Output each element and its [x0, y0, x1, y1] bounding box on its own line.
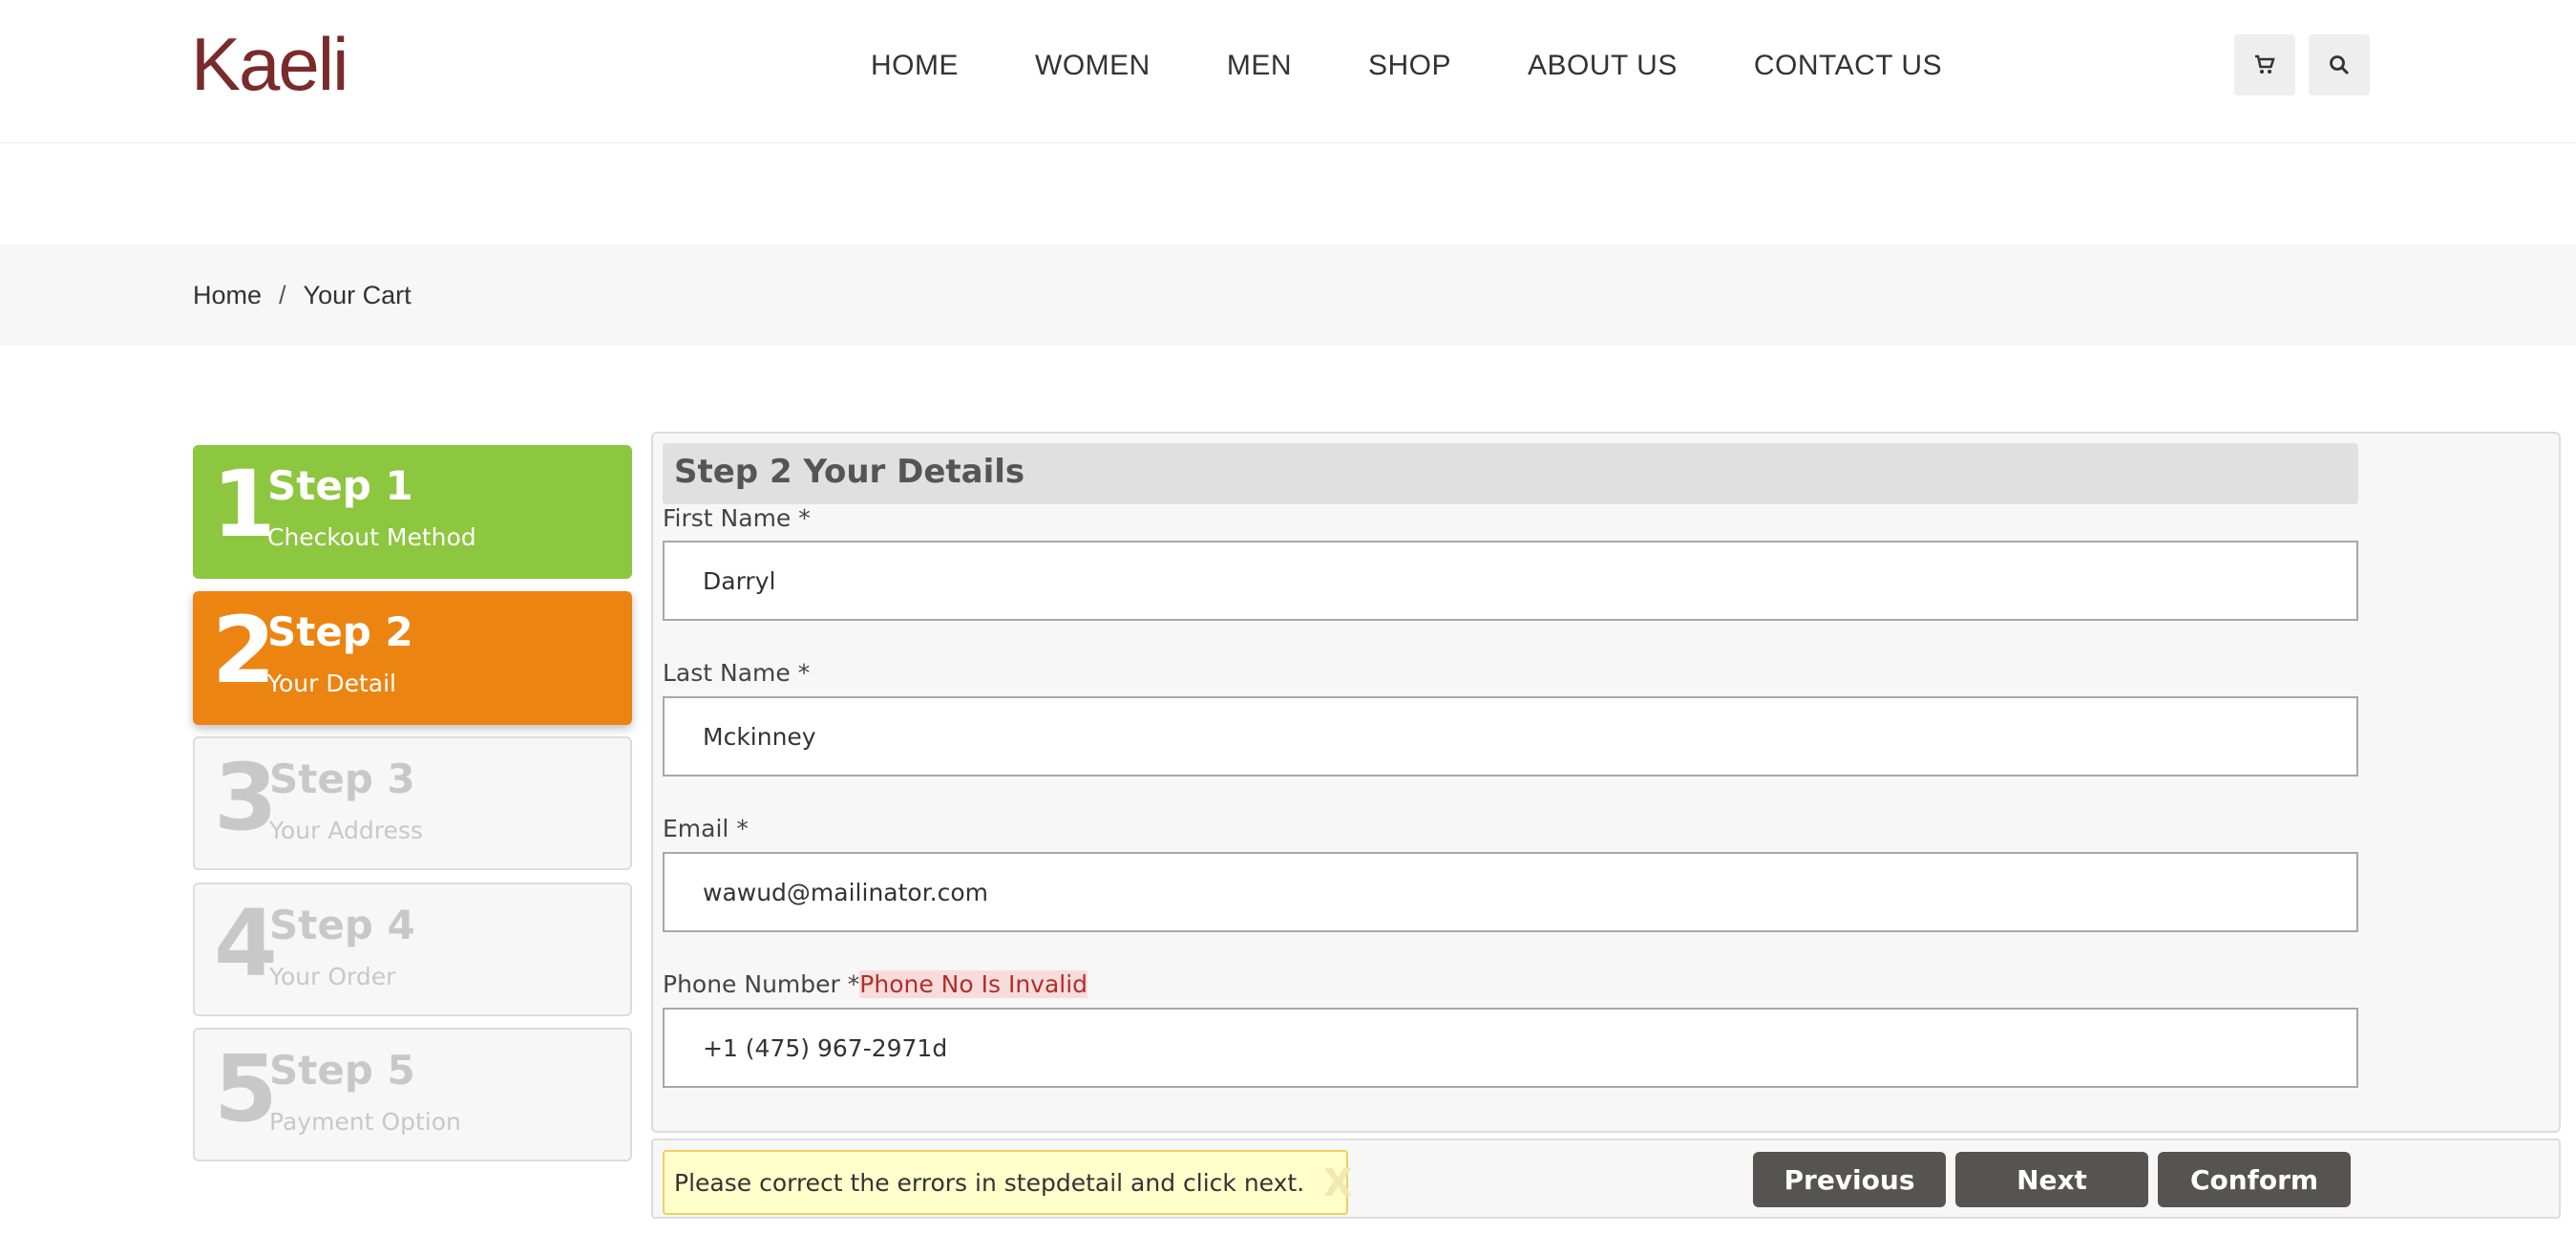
step-title: Step 2	[267, 608, 413, 655]
step-subtitle: Your Address	[269, 817, 423, 844]
nav-men[interactable]: MEN	[1227, 50, 1292, 82]
next-button[interactable]: Next	[1955, 1152, 2148, 1207]
step-number: 3	[214, 744, 278, 851]
nav-about-us[interactable]: ABOUT US	[1528, 50, 1678, 82]
step-number: 5	[214, 1035, 278, 1142]
last-name-label: Last Name *	[663, 659, 811, 687]
main-nav: HOME WOMEN MEN SHOP ABOUT US CONTACT US	[871, 50, 1942, 82]
phone-error-message: Phone No Is Invalid	[859, 970, 1088, 998]
step-number: 1	[212, 451, 276, 558]
last-name-field[interactable]	[663, 696, 2358, 777]
breadcrumb: Home / Your Cart	[193, 281, 412, 310]
step-1[interactable]: 1 Step 1 Checkout Method	[193, 445, 632, 579]
step-title: Step 4	[269, 902, 415, 948]
close-icon[interactable]: X	[1323, 1161, 1353, 1205]
phone-label: Phone Number *Phone No Is Invalid	[663, 970, 1088, 998]
error-alert: Please correct the errors in stepdetail …	[663, 1150, 1353, 1215]
step-title: Step 3	[269, 755, 415, 802]
step-number: 4	[214, 890, 278, 997]
step-5[interactable]: 5 Step 5 Payment Option	[193, 1028, 632, 1161]
breadcrumb-current: Your Cart	[303, 281, 412, 309]
breadcrumb-bar: Home / Your Cart	[0, 245, 2576, 346]
email-field[interactable]	[663, 852, 2358, 932]
breadcrumb-separator: /	[279, 281, 286, 309]
panel-header: Step 2 Your Details	[663, 443, 2358, 504]
nav-women[interactable]: WOMEN	[1035, 50, 1151, 82]
phone-field[interactable]	[663, 1008, 2358, 1088]
step-subtitle: Your Detail	[267, 670, 396, 697]
search-icon	[2330, 55, 2350, 75]
error-alert-message: Please correct the errors in stepdetail …	[674, 1169, 1305, 1197]
step-2[interactable]: 2 Step 2 Your Detail	[193, 591, 632, 725]
form-actions-bar: Please correct the errors in stepdetail …	[651, 1138, 2561, 1219]
email-label: Email *	[663, 815, 749, 842]
step-3[interactable]: 3 Step 3 Your Address	[193, 736, 632, 870]
nav-home[interactable]: HOME	[871, 50, 959, 82]
cart-button[interactable]	[2234, 34, 2295, 96]
nav-contact-us[interactable]: CONTACT US	[1754, 50, 1942, 82]
cart-icon	[2255, 54, 2275, 74]
first-name-label: First Name *	[663, 504, 811, 532]
details-form-panel: Step 2 Your Details First Name * Last Na…	[651, 432, 2561, 1133]
site-header: Kaeli HOME WOMEN MEN SHOP ABOUT US CONTA…	[0, 0, 2576, 143]
step-number: 2	[212, 597, 276, 704]
step-subtitle: Your Order	[269, 963, 396, 990]
site-logo[interactable]: Kaeli	[191, 27, 348, 101]
step-title: Step 1	[267, 462, 413, 509]
panel-title: Step 2 Your Details	[674, 453, 1025, 491]
step-title: Step 5	[269, 1047, 415, 1094]
step-4[interactable]: 4 Step 4 Your Order	[193, 883, 632, 1016]
breadcrumb-home[interactable]: Home	[193, 281, 262, 310]
first-name-field[interactable]	[663, 541, 2358, 621]
step-subtitle: Payment Option	[269, 1108, 461, 1136]
search-button[interactable]	[2309, 34, 2370, 96]
confirm-button[interactable]: Conform	[2158, 1152, 2351, 1207]
step-subtitle: Checkout Method	[267, 523, 476, 551]
previous-button[interactable]: Previous	[1753, 1152, 1946, 1207]
nav-shop[interactable]: SHOP	[1368, 50, 1451, 82]
